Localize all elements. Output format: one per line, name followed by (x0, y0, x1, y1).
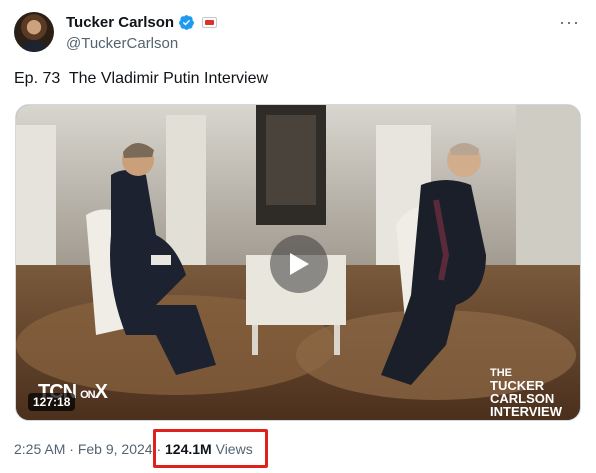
video-duration: 127:18 (28, 393, 76, 411)
affiliate-badge-icon[interactable] (202, 17, 218, 28)
views-highlight-box (153, 429, 268, 468)
tweet-header: Tucker Carlson @TuckerCarlson ··· (14, 12, 584, 56)
video-player[interactable]: TCN ONX 127:18 THE TUCKER CARLSON INTERVI… (15, 104, 581, 421)
tweet-text: Ep. 73 The Vladimir Putin Interview (14, 70, 269, 87)
play-icon (290, 253, 309, 275)
interview-logo: THE TUCKER CARLSON INTERVIEW (490, 367, 562, 418)
author-handle[interactable]: @TuckerCarlson (66, 35, 178, 52)
verified-badge-icon[interactable] (178, 14, 195, 31)
more-icon[interactable]: ··· (559, 13, 580, 31)
author-name-row: Tucker Carlson (66, 14, 218, 31)
avatar[interactable] (14, 12, 54, 52)
author-name[interactable]: Tucker Carlson (66, 14, 174, 31)
play-button[interactable] (270, 235, 328, 293)
x-logo-text: X (94, 381, 108, 403)
tweet-time[interactable]: 2:25 AM (14, 441, 65, 457)
interview-logo-line: INTERVIEW (490, 404, 562, 419)
meta-separator: · (65, 441, 78, 457)
tweet-date[interactable]: Feb 9, 2024 (78, 441, 153, 457)
tcn-logo-on: ON (80, 389, 95, 401)
